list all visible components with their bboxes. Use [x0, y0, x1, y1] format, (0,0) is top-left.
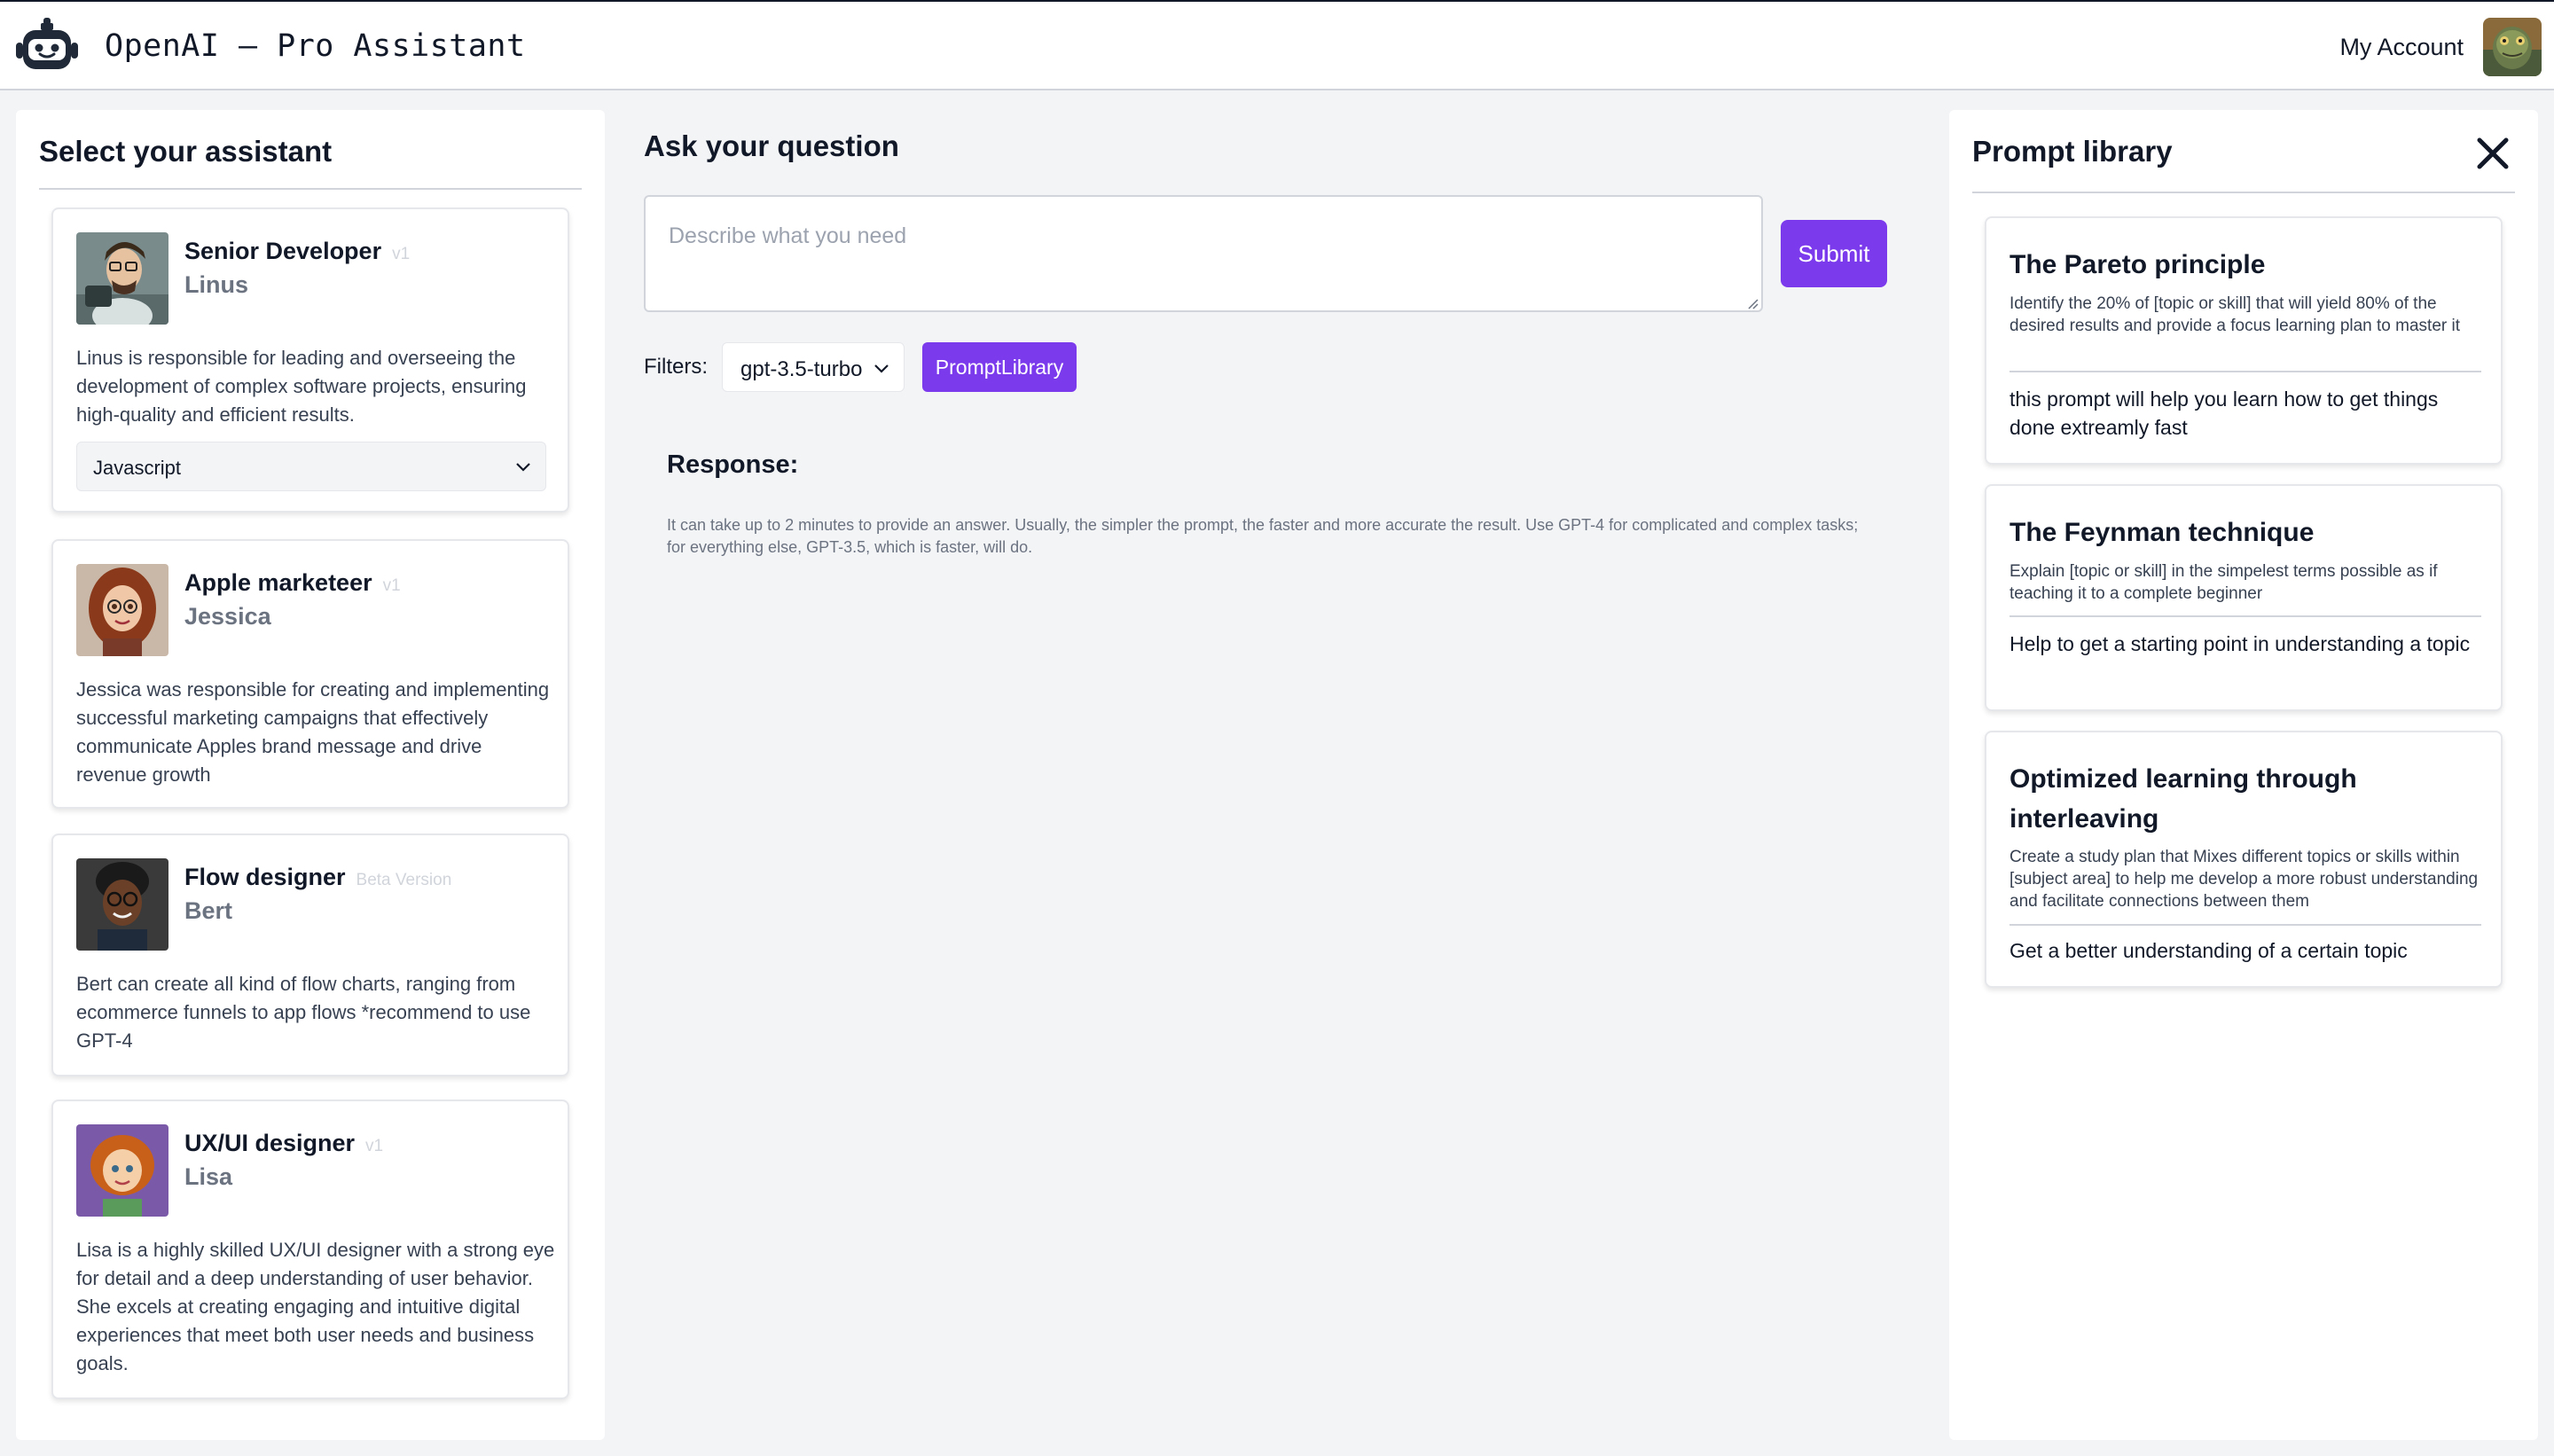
robot-logo-icon: [16, 18, 78, 69]
prompt-benefit: Help to get a starting point in understa…: [2010, 632, 2471, 655]
version-badge: Beta Version: [356, 871, 452, 889]
assistant-description: Lisa is a highly skilled UX/UI designer …: [76, 1239, 555, 1374]
assistant-description: Bert can create all kind of flow charts,…: [76, 973, 531, 1052]
assistant-avatar-bert: [76, 858, 168, 951]
prompt-benefit: this prompt will help you learn how to g…: [2010, 387, 2439, 439]
chevron-down-icon: [874, 364, 889, 373]
assistant-role: Apple marketeer v1: [184, 569, 401, 596]
top-bar: OpenAI – Pro Assistant My Account: [0, 0, 2554, 90]
version-badge: v1: [392, 245, 411, 263]
assistant-name: Lisa: [184, 1163, 233, 1190]
filters-label: Filters:: [644, 355, 708, 379]
prompt-card-interleaving[interactable]: Optimized learning through interleaving …: [1985, 731, 2503, 988]
divider: [39, 188, 582, 190]
prompt-card-pareto[interactable]: The Pareto principle Identify the 20% of…: [1985, 216, 2503, 465]
version-badge: v1: [365, 1137, 384, 1155]
prompt-benefit: Get a better understanding of a certain …: [2010, 939, 2408, 962]
divider: [1972, 192, 2515, 193]
prompt-library-panel: Prompt library The Pareto principle Iden…: [1949, 110, 2538, 1440]
chevron-down-icon: [516, 463, 530, 472]
language-select[interactable]: Javascript: [76, 442, 546, 491]
assistant-panel: Select your assistant Senior Developer v1…: [16, 110, 605, 1440]
my-account-link[interactable]: My Account: [2339, 34, 2464, 61]
language-select-value: Javascript: [93, 457, 182, 479]
assistant-avatar-linus: [76, 232, 168, 325]
prompt-text: Identify the 20% of [topic or skill] tha…: [2010, 294, 2460, 335]
divider: [2010, 371, 2481, 372]
model-select[interactable]: gpt-3.5-turbo: [722, 342, 905, 392]
divider: [2010, 615, 2481, 617]
prompt-title: The Feynman technique: [2010, 518, 2315, 547]
assistant-role: UX/UI designer v1: [184, 1130, 384, 1156]
assistant-role: Flow designer Beta Version: [184, 864, 452, 890]
close-icon[interactable]: [2474, 135, 2511, 172]
assistant-description: Jessica was responsible for creating and…: [76, 678, 550, 786]
version-badge: v1: [382, 576, 401, 595]
response-note: It can take up to 2 minutes to provide a…: [667, 516, 1859, 556]
question-input[interactable]: [644, 195, 1763, 312]
assistant-card-ux-ui-designer[interactable]: UX/UI designer v1 Lisa Lisa is a highly s…: [51, 1100, 569, 1399]
response-title: Response:: [667, 450, 799, 479]
assistant-role: Senior Developer v1: [184, 238, 411, 264]
prompt-title: Optimized learning through interleaving: [2010, 764, 2357, 834]
app-title: OpenAI – Pro Assistant: [105, 28, 526, 64]
assistant-card-flow-designer[interactable]: Flow designer Beta Version Bert Bert can …: [51, 834, 569, 1076]
prompt-card-feynman[interactable]: The Feynman technique Explain [topic or …: [1985, 484, 2503, 711]
assistant-avatar-lisa: [76, 1124, 168, 1217]
submit-button[interactable]: Submit: [1781, 220, 1887, 287]
prompt-library-title: Prompt library: [1972, 135, 2173, 168]
divider: [2010, 924, 2481, 926]
prompt-title: The Pareto principle: [2010, 250, 2266, 279]
assistant-name: Bert: [184, 897, 233, 924]
assistant-name: Jessica: [184, 603, 271, 630]
assistant-panel-title: Select your assistant: [39, 135, 333, 168]
assistant-name: Linus: [184, 271, 248, 298]
prompt-text: Create a study plan that Mixes different…: [2010, 848, 2479, 911]
prompt-library-button[interactable]: PromptLibrary: [922, 342, 1077, 392]
assistant-card-apple-marketeer[interactable]: Apple marketeer v1 Jessica Jessica was re…: [51, 539, 569, 809]
account-avatar[interactable]: [2483, 18, 2542, 76]
assistant-description: Linus is responsible for leading and ove…: [76, 347, 527, 426]
model-select-value: gpt-3.5-turbo: [740, 357, 863, 381]
ask-question-title: Ask your question: [644, 129, 899, 162]
assistant-avatar-jessica: [76, 564, 168, 656]
resize-grip-icon[interactable]: [1743, 294, 1759, 310]
prompt-text: Explain [topic or skill] in the simpeles…: [2010, 562, 2438, 603]
assistant-card-senior-developer[interactable]: Senior Developer v1 Linus Linus is respon…: [51, 207, 569, 513]
